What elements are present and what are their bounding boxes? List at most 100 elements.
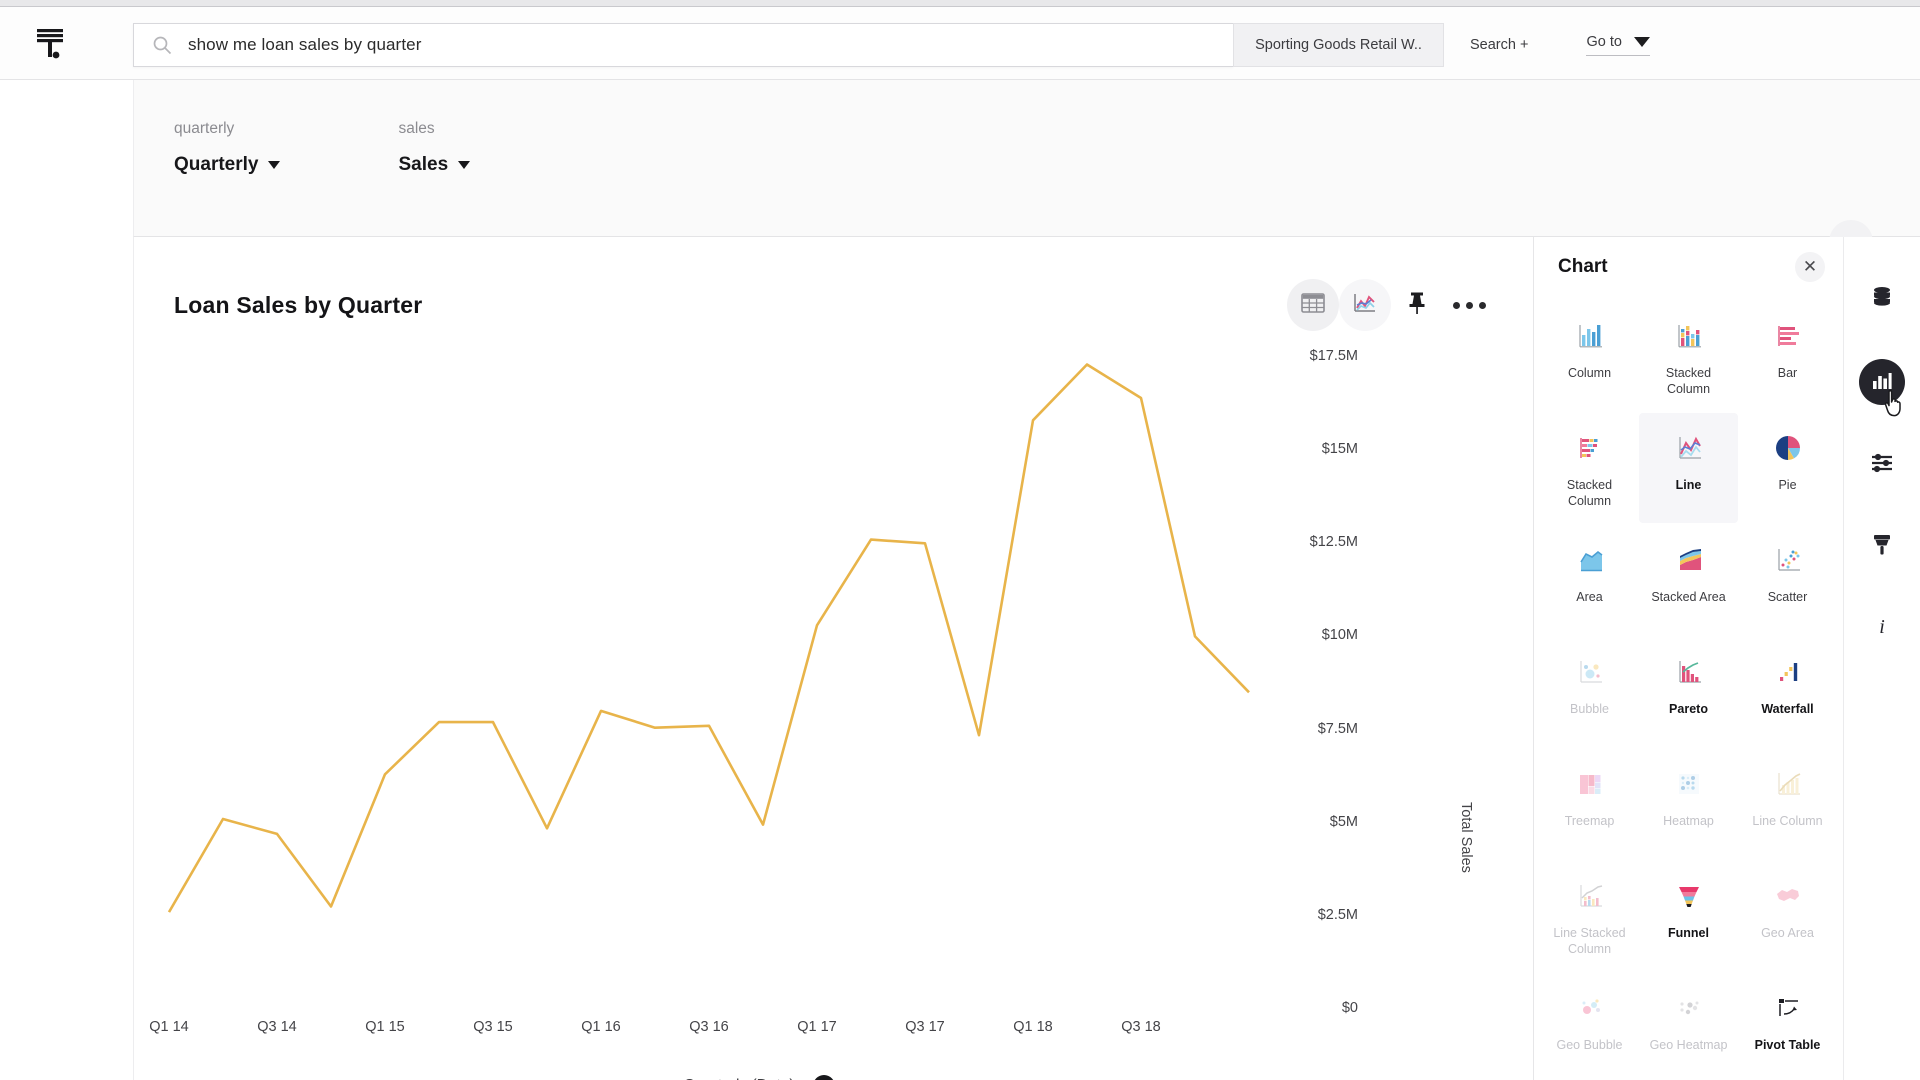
chart-type-geo-bubble: Geo Bubble xyxy=(1540,973,1639,1080)
chart-type-label: Pie xyxy=(1778,478,1796,494)
x-axis-labels: Q1 14Q3 14Q1 15Q3 15Q1 16Q3 16Q1 17Q3 17… xyxy=(134,1019,1534,1049)
database-icon xyxy=(1870,285,1894,316)
search-icon xyxy=(152,35,172,55)
right-rail: i xyxy=(1843,237,1920,1080)
stacked-bar-chart-icon xyxy=(1573,427,1607,469)
paintbrush-icon xyxy=(1870,531,1894,562)
data-sources-button[interactable] xyxy=(1859,277,1905,323)
chart-type-bar[interactable]: Bar xyxy=(1738,301,1837,411)
chart-type-stacked-column[interactable]: Stacked Column xyxy=(1540,413,1639,523)
treemap-chart-icon xyxy=(1573,763,1607,805)
chart-config-button[interactable] xyxy=(1859,359,1905,405)
sort-ascending-icon[interactable] xyxy=(813,1075,835,1080)
column-chart-icon xyxy=(1573,315,1607,357)
y-axis-labels: $0$2.5M$5M$7.5M$10M$12.5M$15M$17.5M xyxy=(1238,347,1358,1007)
chart-type-line-stacked-column: Line Stacked Column xyxy=(1540,861,1639,971)
chart-type-column[interactable]: Column xyxy=(1540,301,1639,411)
chart-type-bubble: Bubble xyxy=(1540,637,1639,747)
chart-type-treemap: Treemap xyxy=(1540,749,1639,859)
table-icon xyxy=(1300,291,1326,320)
chart-type-label: Geo Bubble xyxy=(1556,1038,1622,1054)
chart-type-label: Line Column xyxy=(1752,814,1822,830)
pin-button[interactable] xyxy=(1391,279,1443,331)
chart-type-stacked-column[interactable]: Stacked Column xyxy=(1639,301,1738,411)
ellipsis-icon xyxy=(1453,302,1486,309)
chart-view-toggle[interactable] xyxy=(1339,279,1391,331)
search-token[interactable]: sales Sales xyxy=(398,120,470,176)
worksheet-selector[interactable]: Sporting Goods Retail W.. xyxy=(1233,23,1444,67)
window-top-strip xyxy=(0,0,1920,7)
table-view-toggle[interactable] xyxy=(1287,279,1339,331)
geo-heatmap-chart-icon xyxy=(1672,987,1706,1029)
chart-type-label: Pareto xyxy=(1669,702,1708,718)
more-options-button[interactable] xyxy=(1443,279,1495,331)
info-icon: i xyxy=(1871,614,1893,643)
token-label: Quarterly xyxy=(174,154,258,176)
search-input[interactable]: show me loan sales by quarter xyxy=(188,35,421,55)
token-dropdown[interactable]: Sales xyxy=(398,154,470,176)
chart-type-label: Funnel xyxy=(1668,926,1709,942)
chart-type-line-column: Line Column xyxy=(1738,749,1837,859)
token-subtitle: quarterly xyxy=(174,120,280,138)
thoughtspot-logo-icon xyxy=(28,21,72,65)
y-axis-tick-label: $10M xyxy=(1322,627,1358,643)
line-stacked-column-chart-icon xyxy=(1573,875,1607,917)
chart-type-funnel[interactable]: Funnel xyxy=(1639,861,1738,971)
chart-type-pareto[interactable]: Pareto xyxy=(1639,637,1738,747)
x-axis-tick-label: Q3 16 xyxy=(689,1019,729,1035)
chart-type-waterfall[interactable]: Waterfall xyxy=(1738,637,1837,747)
chart-type-area[interactable]: Area xyxy=(1540,525,1639,635)
search-token[interactable]: quarterly Quarterly xyxy=(174,120,280,176)
chart-type-geo-heatmap: Geo Heatmap xyxy=(1639,973,1738,1080)
x-axis-tick-label: Q3 17 xyxy=(905,1019,945,1035)
chart-type-pie[interactable]: Pie xyxy=(1738,413,1837,523)
chart-type-panel: Chart ✕ ColumnStacked ColumnBarStacked C… xyxy=(1533,237,1843,1080)
chart-type-label: Area xyxy=(1576,590,1602,606)
app-root: show me loan sales by quarter Sporting G… xyxy=(0,0,1920,1080)
chart-type-geo-area: Geo Area xyxy=(1738,861,1837,971)
chart-card: Loan Sales by Quarter xyxy=(133,237,1533,1080)
chart-type-heatmap: Heatmap xyxy=(1639,749,1738,859)
chevron-down-icon xyxy=(268,161,280,169)
chart-type-stacked-area[interactable]: Stacked Area xyxy=(1639,525,1738,635)
y-axis-tick-label: $12.5M xyxy=(1310,534,1358,550)
chevron-down-icon xyxy=(1634,37,1650,47)
x-axis-tick-label: Q3 14 xyxy=(257,1019,297,1035)
chart-type-line[interactable]: Line xyxy=(1639,413,1738,523)
sliders-icon xyxy=(1869,450,1895,479)
chart-series-line[interactable] xyxy=(169,365,1249,913)
style-button[interactable] xyxy=(1859,523,1905,569)
goto-dropdown[interactable]: Go to xyxy=(1586,34,1649,56)
chart-type-label: Bubble xyxy=(1570,702,1609,718)
pareto-chart-icon xyxy=(1672,651,1706,693)
scatter-chart-icon xyxy=(1771,539,1805,581)
header-actions: Search + Go to xyxy=(1470,23,1650,67)
page-title: Loan Sales by Quarter xyxy=(174,292,422,319)
token-list: quarterly Quarterly sales Sales xyxy=(174,120,470,176)
chart-type-pivot-table[interactable]: Pivot Table xyxy=(1738,973,1837,1080)
chart-settings-button[interactable] xyxy=(1859,441,1905,487)
chart-type-label: Pivot Table xyxy=(1755,1038,1821,1054)
line-column-chart-icon xyxy=(1771,763,1805,805)
chart-type-label: Geo Heatmap xyxy=(1650,1038,1728,1054)
token-label: Sales xyxy=(398,154,448,176)
panel-title: Chart xyxy=(1558,256,1608,278)
chart-type-label: Stacked Area xyxy=(1651,590,1725,606)
heatmap-chart-icon xyxy=(1672,763,1706,805)
close-icon[interactable]: ✕ xyxy=(1795,252,1825,282)
bubble-chart-icon xyxy=(1573,651,1607,693)
x-axis-tick-label: Q1 18 xyxy=(1013,1019,1053,1035)
token-dropdown[interactable]: Quarterly xyxy=(174,154,280,176)
search-plus-button[interactable]: Search + xyxy=(1470,37,1528,53)
app-header: show me loan sales by quarter Sporting G… xyxy=(0,7,1920,80)
info-button[interactable]: i xyxy=(1859,605,1905,651)
left-gutter xyxy=(0,80,133,1080)
panel-header: Chart ✕ xyxy=(1534,237,1843,297)
chart-type-grid: ColumnStacked ColumnBarStacked ColumnLin… xyxy=(1534,297,1843,1080)
chart-type-scatter[interactable]: Scatter xyxy=(1738,525,1837,635)
chart-type-label: Line xyxy=(1676,478,1702,494)
chart-type-label: Treemap xyxy=(1565,814,1615,830)
search-bar[interactable]: show me loan sales by quarter xyxy=(133,23,1233,67)
app-logo[interactable] xyxy=(0,7,100,80)
chevron-down-icon xyxy=(458,161,470,169)
